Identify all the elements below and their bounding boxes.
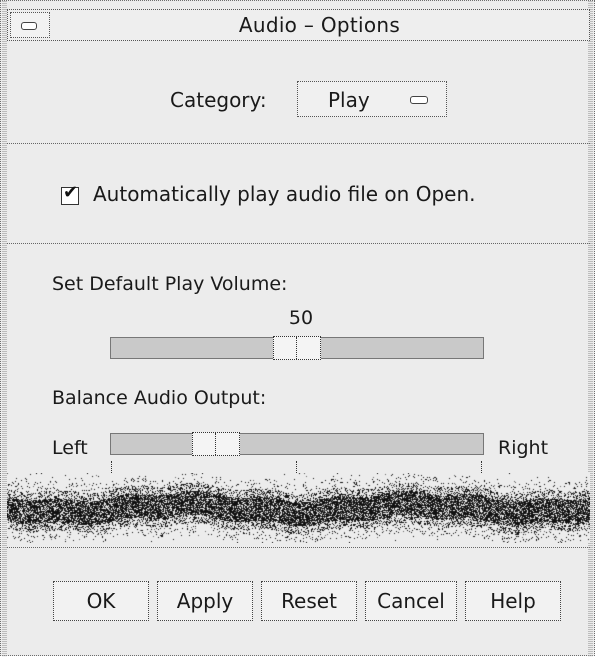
title-bar[interactable]: Audio – Options	[7, 9, 590, 41]
window-right-border	[588, 1, 593, 657]
option-menu-icon	[410, 96, 428, 104]
separator-3	[7, 547, 590, 548]
checkmark-icon: ✔	[63, 182, 79, 203]
auto-play-checkbox[interactable]: ✔	[61, 183, 79, 205]
window-menu-icon	[21, 22, 37, 30]
balance-tick-left	[111, 461, 114, 473]
help-button[interactable]: Help	[465, 581, 561, 621]
balance-right-label: Right	[498, 437, 549, 459]
apply-button[interactable]: Apply	[157, 581, 253, 621]
reset-button[interactable]: Reset	[261, 581, 357, 621]
balance-tick-center	[296, 461, 299, 473]
window-menu-button[interactable]	[10, 12, 50, 38]
balance-slider[interactable]	[110, 432, 484, 456]
window-left-border	[2, 1, 7, 657]
balance-label: Balance Audio Output:	[52, 387, 267, 409]
separator-1	[7, 143, 590, 144]
category-label: Category:	[170, 88, 267, 112]
balance-left-label: Left	[52, 437, 88, 459]
auto-play-label[interactable]: Automatically play audio file on Open.	[93, 182, 475, 206]
torn-edge-artifact	[7, 473, 590, 543]
ok-button[interactable]: OK	[53, 581, 149, 621]
balance-tick-right	[481, 461, 484, 473]
volume-slider[interactable]	[110, 336, 484, 360]
cancel-button[interactable]: Cancel	[365, 581, 457, 621]
window-title: Audio – Options	[238, 13, 401, 37]
category-selected-value: Play	[328, 88, 370, 112]
balance-slider-thumb[interactable]	[192, 432, 240, 456]
volume-value: 50	[288, 307, 314, 329]
separator-2	[7, 243, 590, 244]
volume-label: Set Default Play Volume:	[52, 273, 288, 295]
volume-slider-thumb[interactable]	[273, 336, 321, 360]
audio-options-window: Audio – Options Category: Play ✔ Automat…	[0, 0, 595, 657]
category-option-menu[interactable]: Play	[297, 81, 447, 117]
